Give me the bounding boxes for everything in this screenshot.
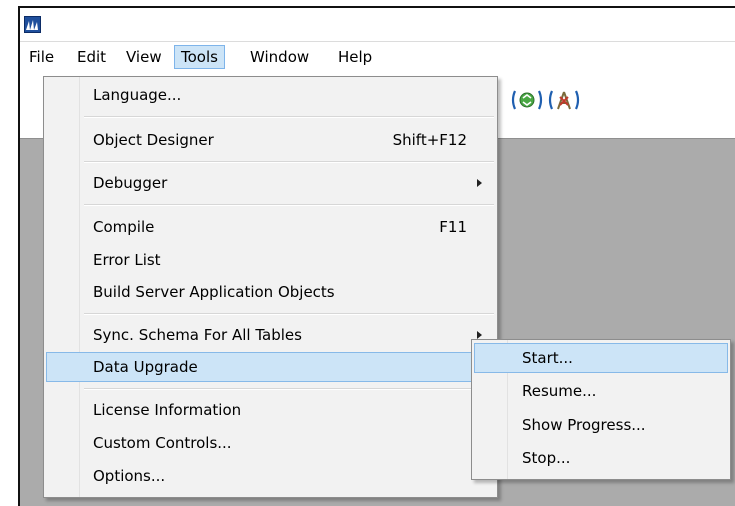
submenu-arrow-icon: [477, 331, 482, 339]
menu-item-license-information[interactable]: License Information: [46, 395, 495, 425]
menu-item-label: Error List: [93, 251, 161, 269]
menu-item-label: Sync. Schema For All Tables: [93, 326, 302, 344]
submenu-item-start[interactable]: Start...: [474, 343, 728, 373]
menu-separator: [84, 388, 494, 390]
menu-item-label: Data Upgrade: [93, 358, 198, 376]
menu-item-label: Resume...: [522, 382, 597, 400]
menu-item-compile[interactable]: Compile F11: [46, 212, 495, 242]
menu-separator: [84, 313, 494, 315]
menu-file[interactable]: File: [22, 45, 61, 69]
menu-window[interactable]: Window: [243, 45, 316, 69]
menu-help[interactable]: Help: [331, 45, 379, 69]
menu-item-label: License Information: [93, 401, 242, 419]
menu-separator: [84, 204, 494, 206]
menu-item-object-designer[interactable]: Object Designer Shift+F12: [46, 125, 495, 155]
data-upgrade-submenu: Start... Resume... Show Progress... Stop…: [471, 339, 731, 480]
menu-item-label: Stop...: [522, 449, 571, 467]
menu-item-label: Start...: [522, 349, 573, 367]
menu-item-shortcut: F11: [439, 218, 467, 236]
menu-item-label: Show Progress...: [522, 416, 646, 434]
sync-icon[interactable]: [510, 88, 544, 116]
menu-item-options[interactable]: Options...: [46, 461, 495, 491]
menu-item-sync-schema[interactable]: Sync. Schema For All Tables: [46, 320, 495, 350]
menu-bar: File Edit View Tools Window Help: [20, 41, 735, 70]
menu-item-label: Build Server Application Objects: [93, 283, 335, 301]
menu-item-label: Compile: [93, 218, 155, 236]
menu-item-label: Options...: [93, 467, 166, 485]
menu-item-label: Custom Controls...: [93, 434, 232, 452]
menu-separator: [84, 161, 494, 163]
submenu-item-show-progress[interactable]: Show Progress...: [474, 410, 728, 440]
menu-item-language[interactable]: Language...: [46, 80, 495, 110]
submenu-item-resume[interactable]: Resume...: [474, 376, 728, 406]
menu-separator: [84, 116, 494, 118]
submenu-item-stop[interactable]: Stop...: [474, 443, 728, 473]
menu-item-custom-controls[interactable]: Custom Controls...: [46, 428, 495, 458]
app-logo-icon[interactable]: [24, 16, 41, 33]
menu-item-error-list[interactable]: Error List: [46, 245, 495, 275]
antenna-icon[interactable]: [547, 88, 581, 116]
menu-view[interactable]: View: [119, 45, 169, 69]
menu-item-debugger[interactable]: Debugger: [46, 168, 495, 198]
application-window: File Edit View Tools Window Help Languag…: [18, 6, 735, 506]
menu-edit[interactable]: Edit: [70, 45, 113, 69]
title-bar: [20, 8, 735, 41]
submenu-arrow-icon: [477, 179, 482, 187]
menu-item-shortcut: Shift+F12: [392, 131, 467, 149]
menu-tools[interactable]: Tools: [174, 45, 225, 69]
menu-item-label: Debugger: [93, 174, 168, 192]
menu-item-data-upgrade[interactable]: Data Upgrade: [46, 352, 495, 382]
menu-item-label: Language...: [93, 86, 182, 104]
menu-item-build-server-application-objects[interactable]: Build Server Application Objects: [46, 277, 495, 307]
menu-item-label: Object Designer: [93, 131, 214, 149]
tools-dropdown-menu: Language... Object Designer Shift+F12 De…: [43, 76, 498, 498]
